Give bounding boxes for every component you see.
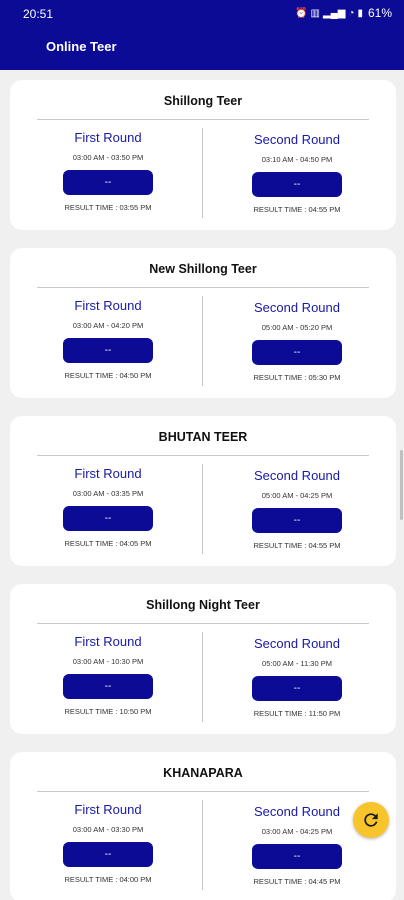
result-time: RESULT TIME : 04:00 PM <box>64 875 152 884</box>
second-round: Second Round 05:00 AM - 04:25 PM -- RESU… <box>207 468 387 550</box>
round-time: 05:00 AM - 04:25 PM <box>261 491 333 500</box>
result-time: RESULT TIME : 04:50 PM <box>64 371 152 380</box>
first-round: First Round 03:00 AM - 03:35 PM -- RESUL… <box>18 466 198 548</box>
divider <box>37 287 369 288</box>
result-time: RESULT TIME : 04:55 PM <box>253 541 341 550</box>
result-time: RESULT TIME : 05:30 PM <box>253 373 341 382</box>
result-button[interactable]: -- <box>252 340 342 365</box>
refresh-button[interactable] <box>353 802 389 838</box>
first-round: First Round 03:00 AM - 03:30 PM -- RESUL… <box>18 802 198 884</box>
round-time: 03:00 AM - 03:35 PM <box>72 489 144 498</box>
result-time: RESULT TIME : 11:50 PM <box>253 709 341 718</box>
result-button[interactable]: -- <box>63 170 153 195</box>
round-time: 03:00 AM - 03:30 PM <box>72 825 144 834</box>
result-button[interactable]: -- <box>252 172 342 197</box>
game-title: Shillong Night Teer <box>146 598 260 612</box>
wifi-icon: ◔ <box>348 7 355 19</box>
refresh-icon <box>364 813 378 827</box>
divider <box>202 632 203 722</box>
result-button[interactable]: -- <box>252 508 342 533</box>
result-time: RESULT TIME : 04:45 PM <box>253 877 341 886</box>
first-round: First Round 03:00 AM - 03:50 PM -- RESUL… <box>18 130 198 212</box>
result-button[interactable]: -- <box>63 674 153 699</box>
second-round: Second Round 03:10 AM - 04:50 PM -- RESU… <box>207 132 387 214</box>
result-button[interactable]: -- <box>252 676 342 701</box>
signal-icon: ▂▄▆ <box>322 7 346 19</box>
game-card: BHUTAN TEER First Round 03:00 AM - 03:35… <box>10 416 396 566</box>
scrollbar[interactable] <box>400 450 403 520</box>
second-round: Second Round 05:00 AM - 11:30 PM -- RESU… <box>207 636 387 718</box>
game-card: Shillong Teer First Round 03:00 AM - 03:… <box>10 80 396 230</box>
round-name: Second Round <box>253 300 340 315</box>
round-name: First Round <box>74 130 142 145</box>
app-bar: Online Teer <box>0 28 404 70</box>
divider <box>202 800 203 890</box>
round-name: Second Round <box>253 636 340 651</box>
game-card: Shillong Night Teer First Round 03:00 AM… <box>10 584 396 734</box>
result-button[interactable]: -- <box>63 506 153 531</box>
battery-icon: ▮ <box>357 7 363 19</box>
round-name: First Round <box>74 634 142 649</box>
round-name: First Round <box>74 802 142 817</box>
round-name: First Round <box>74 466 142 481</box>
status-icons: ⏰ ▥ ▂▄▆ ◔ ▮ 61% <box>295 6 392 20</box>
result-time: RESULT TIME : 04:55 PM <box>253 205 341 214</box>
divider <box>37 455 369 456</box>
round-time: 03:00 AM - 03:50 PM <box>72 153 144 162</box>
round-time: 05:00 AM - 05:20 PM <box>261 323 333 332</box>
first-round: First Round 03:00 AM - 04:20 PM -- RESUL… <box>18 298 198 380</box>
game-card: New Shillong Teer First Round 03:00 AM -… <box>10 248 396 398</box>
game-title: Shillong Teer <box>163 94 243 108</box>
battery-percent: 61% <box>367 6 392 20</box>
result-button[interactable]: -- <box>63 842 153 867</box>
round-name: Second Round <box>253 468 340 483</box>
status-time: 20:51 <box>23 7 54 21</box>
round-time: 03:10 AM - 04:50 PM <box>261 155 333 164</box>
divider <box>202 464 203 554</box>
status-bar: 20:51 ⏰ ▥ ▂▄▆ ◔ ▮ 61% <box>0 0 404 28</box>
result-time: RESULT TIME : 10:50 PM <box>64 707 152 716</box>
result-time: RESULT TIME : 03:55 PM <box>64 203 152 212</box>
round-name: Second Round <box>253 132 340 147</box>
game-title: New Shillong Teer <box>149 262 257 276</box>
app-title: Online Teer <box>46 39 117 54</box>
game-card: KHANAPARA First Round 03:00 AM - 03:30 P… <box>10 752 396 900</box>
round-time: 03:00 AM - 04:20 PM <box>72 321 144 330</box>
round-time: 05:00 AM - 11:30 PM <box>262 659 332 668</box>
second-round: Second Round 05:00 AM - 05:20 PM -- RESU… <box>207 300 387 382</box>
result-time: RESULT TIME : 04:05 PM <box>64 539 152 548</box>
results-list[interactable]: Shillong Teer First Round 03:00 AM - 03:… <box>0 70 404 900</box>
game-title: KHANAPARA <box>163 766 243 780</box>
result-button[interactable]: -- <box>252 844 342 869</box>
game-title: BHUTAN TEER <box>158 430 248 444</box>
divider <box>37 119 369 120</box>
round-time: 03:00 AM - 10:30 PM <box>72 657 144 666</box>
divider <box>202 296 203 386</box>
divider <box>37 791 369 792</box>
result-button[interactable]: -- <box>63 338 153 363</box>
round-name: First Round <box>74 298 142 313</box>
vibrate-icon: ▥ <box>310 7 320 19</box>
first-round: First Round 03:00 AM - 10:30 PM -- RESUL… <box>18 634 198 716</box>
divider <box>37 623 369 624</box>
divider <box>202 128 203 218</box>
alarm-icon: ⏰ <box>295 7 308 19</box>
